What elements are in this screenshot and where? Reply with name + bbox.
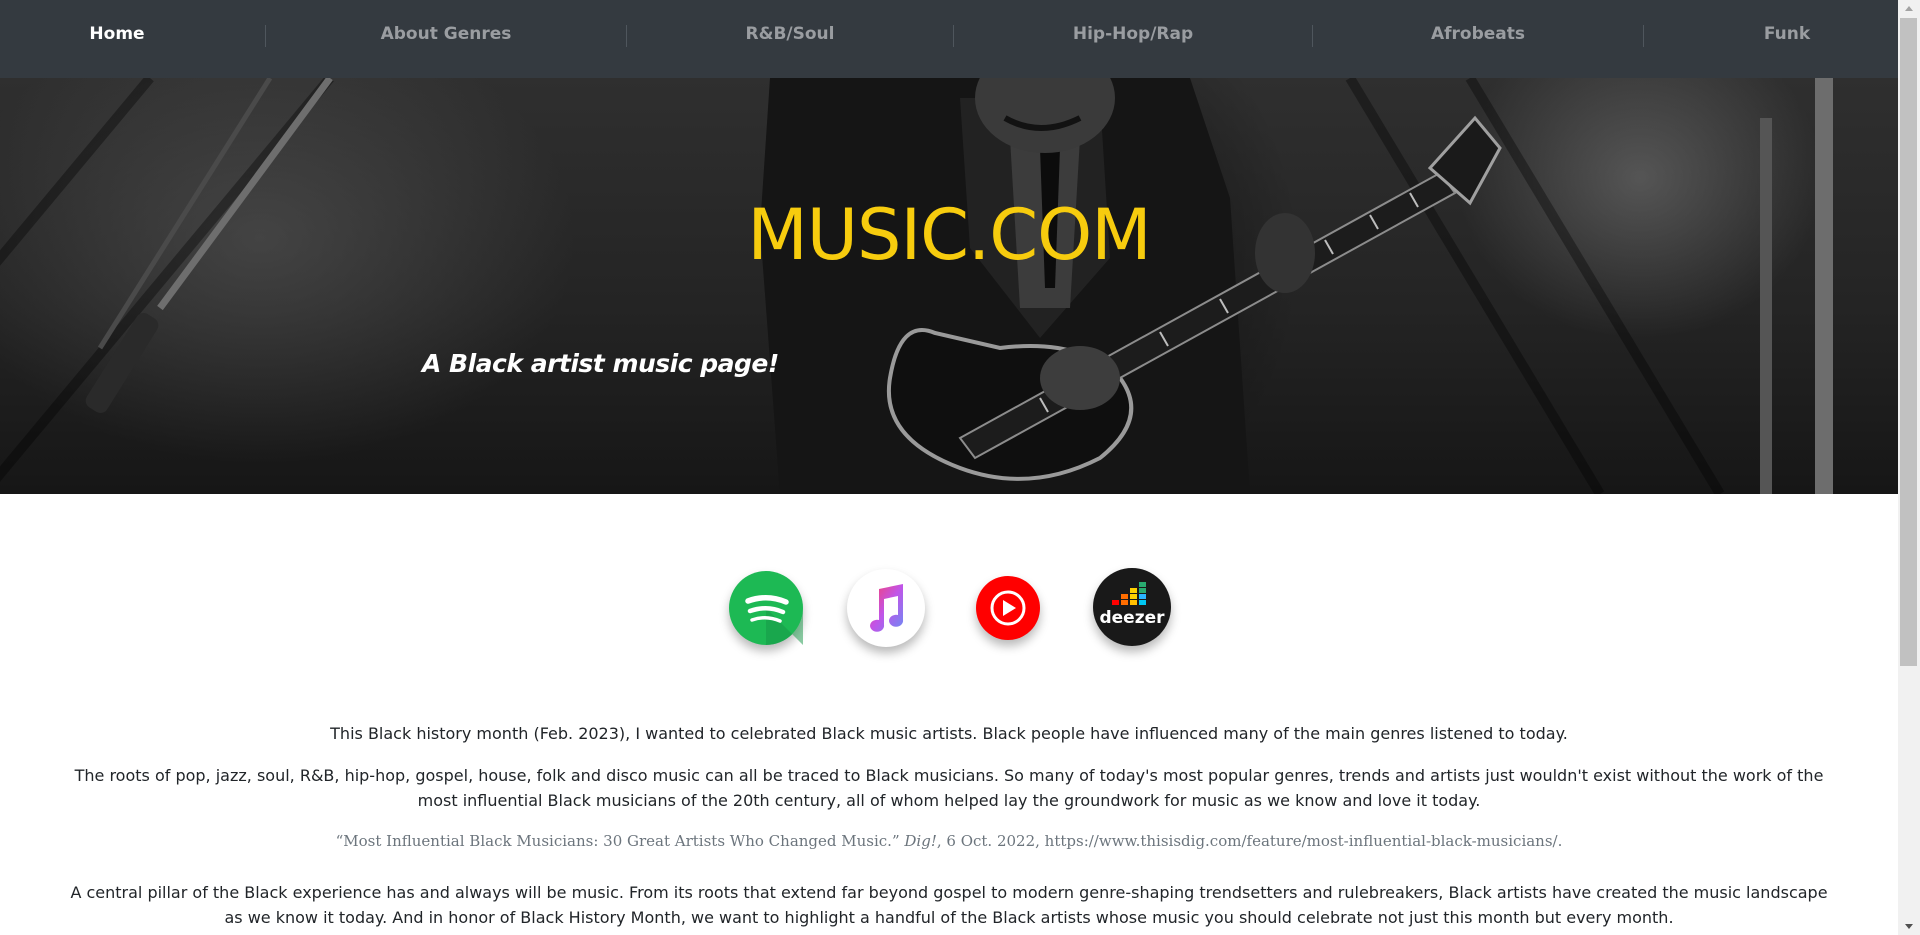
nav-separator <box>953 25 954 47</box>
nav-separator <box>1312 25 1313 47</box>
nav-funk-link[interactable]: Funk <box>1764 0 1810 68</box>
nav-rnb-soul-link[interactable]: R&B/Soul <box>746 0 835 68</box>
hero-title: MUSIC.COM <box>747 194 1151 276</box>
hero-subtitle: A Black artist music page! <box>422 349 779 378</box>
citation-source: Dig! <box>904 832 937 850</box>
nav-about-genres-link[interactable]: About Genres <box>381 0 512 68</box>
spotify-icon[interactable] <box>729 571 803 645</box>
nav-separator <box>265 25 266 47</box>
navbar: Home About Genres R&B/Soul Hip-Hop/Rap A… <box>0 0 1898 78</box>
scroll-down-arrow-icon[interactable] <box>1898 918 1920 935</box>
citation-title: “Most Influential Black Musicians: 30 Gr… <box>335 832 905 850</box>
citation: “Most Influential Black Musicians: 30 Gr… <box>60 830 1838 852</box>
pillar-paragraph: A central pillar of the Black experience… <box>70 883 1828 927</box>
roots-paragraph: The roots of pop, jazz, soul, R&B, hip-h… <box>74 766 1824 810</box>
vertical-scrollbar[interactable] <box>1898 0 1920 935</box>
nav-afrobeats-link[interactable]: Afrobeats <box>1431 0 1525 68</box>
scroll-up-arrow-icon[interactable] <box>1898 0 1920 17</box>
deezer-icon[interactable]: deezer <box>1093 568 1171 646</box>
scrollbar-thumb[interactable] <box>1900 18 1917 666</box>
intro-paragraph: This Black history month (Feb. 2023), I … <box>330 724 1568 743</box>
apple-music-icon[interactable] <box>847 569 925 647</box>
streaming-icons-row: deezer <box>0 565 1898 655</box>
citation-details: , 6 Oct. 2022, https://www.thisisdig.com… <box>936 832 1563 850</box>
hero-banner: MUSIC.COM A Black artist music page! <box>0 78 1898 494</box>
hero-guitarist-image <box>0 78 1833 494</box>
nav-separator <box>626 25 627 47</box>
nav-home-link[interactable]: Home <box>89 0 144 68</box>
youtube-music-icon[interactable] <box>976 576 1040 640</box>
nav-separator <box>1643 25 1644 47</box>
nav-hip-hop-rap-link[interactable]: Hip-Hop/Rap <box>1073 0 1193 68</box>
deezer-logo-text: deezer <box>1099 608 1165 628</box>
